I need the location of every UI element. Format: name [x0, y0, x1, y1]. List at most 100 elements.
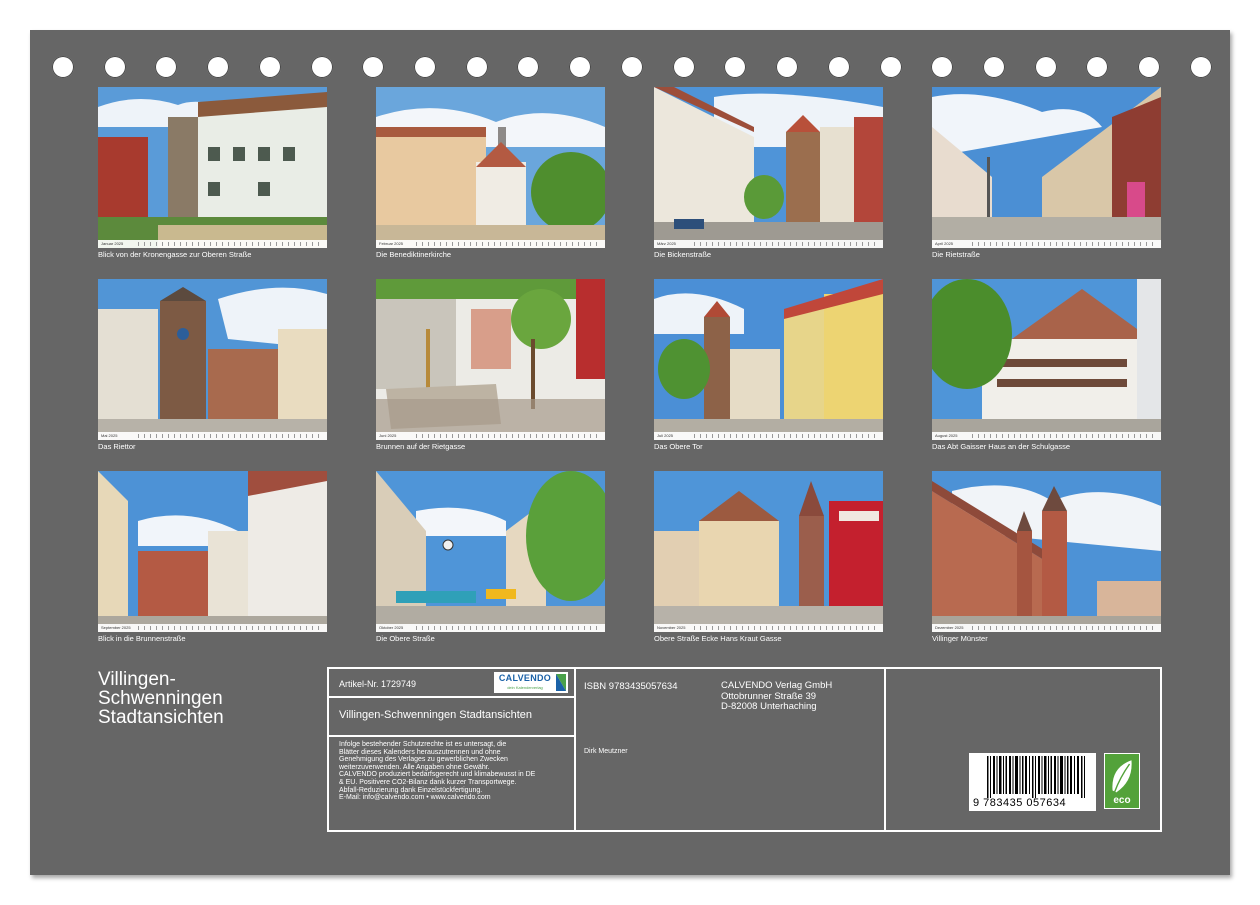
month-photo: März 2025: [654, 87, 883, 248]
month-label: Juni 2025: [379, 433, 397, 438]
legal-line: Genehmigung des Verlages zu gewerblichen…: [339, 756, 508, 764]
legal-line: weiterzuverwenden. Alle Angaben ohne Gew…: [339, 763, 490, 771]
binding-hole: [258, 56, 281, 78]
legal-notice: Infolge bestehender Schutzrechte ist es …: [339, 741, 535, 802]
binding-hole: [776, 56, 799, 78]
product-title: Villingen-Schwenningen Stadtansichten: [339, 709, 533, 721]
photo-caption: Blick von der Kronengasse zur Oberen Str…: [98, 250, 252, 259]
calendar-strip: September 2025: [98, 624, 327, 632]
month-photo: August 2025: [932, 279, 1161, 440]
calendar-strip: August 2025: [932, 432, 1161, 440]
binding-hole: [1189, 56, 1212, 78]
month-label: Mai 2025: [101, 433, 118, 438]
logo-tagline: dein Kalenderverlag: [507, 684, 543, 690]
binding-hole: [310, 56, 333, 78]
isbn: ISBN 9783435057634: [584, 681, 678, 692]
calendar-strip: April 2025: [932, 240, 1161, 248]
month-tile-may: Mai 2025 Das Riettor: [98, 279, 327, 451]
calendar-strip: Dezember 2025: [932, 624, 1161, 632]
binding-hole: [931, 56, 954, 78]
photo-caption: Das Riettor: [98, 442, 136, 451]
title-line: Schwenningen: [98, 688, 223, 709]
binding-hole: [672, 56, 695, 78]
divider: [574, 669, 576, 830]
binding-hole: [52, 56, 74, 78]
month-photo: Juni 2025: [376, 279, 605, 440]
title-line: Stadtansichten: [98, 707, 224, 728]
month-tile-august: August 2025 Das Abt Gaisser Haus an der …: [932, 279, 1161, 451]
photo-caption: Das Obere Tor: [654, 442, 703, 451]
binding-hole: [569, 56, 592, 78]
legal-line: E-Mail: info@calvendo.com • www.calvendo…: [339, 794, 491, 802]
month-photo: November 2025: [654, 471, 883, 632]
title-line: Villingen-: [98, 669, 176, 690]
eco-badge: eco: [1104, 753, 1140, 809]
binding-hole: [620, 56, 643, 78]
month-tile-december: Dezember 2025 Villinger Münster: [932, 471, 1161, 643]
eco-label: eco: [1113, 795, 1131, 806]
calvendo-flag-icon: [556, 674, 566, 691]
month-label: Januar 2025: [101, 241, 124, 246]
month-tile-march: März 2025 Die Bickenstraße: [654, 87, 883, 259]
calendar-title: Villingen- Schwenningen Stadtansichten: [98, 670, 318, 727]
barcode-number: 9 783435 057634: [973, 797, 1067, 809]
legal-line: Infolge bestehender Schutzrechte ist es …: [339, 741, 507, 748]
binding-holes: [52, 56, 1212, 80]
month-photo: Oktober 2025: [376, 471, 605, 632]
photo-caption: Die Rietstraße: [932, 250, 980, 259]
calendar-strip: Februar 2025: [376, 240, 605, 248]
calvendo-logo: CALVENDO dein Kalenderverlag: [494, 672, 568, 693]
month-tile-july: Juli 2025 Das Obere Tor: [654, 279, 883, 451]
month-tile-october: Oktober 2025 Die Obere Straße: [376, 471, 605, 643]
calendar-strip: Januar 2025: [98, 240, 327, 248]
month-tile-april: April 2025 Die Rietstraße: [932, 87, 1161, 259]
legal-line: & EU. Positivere CO2-Bilanz dank kurzer …: [339, 778, 517, 786]
publisher-address: CALVENDO Verlag GmbH Ottobrunner Straße …: [721, 680, 833, 713]
photo-caption: Das Abt Gaisser Haus an der Schulgasse: [932, 442, 1070, 451]
binding-hole: [155, 56, 178, 78]
binding-hole: [724, 56, 747, 78]
month-tile-september: September 2025 Blick in die Brunnenstraß…: [98, 471, 327, 643]
month-tile-november: November 2025 Obere Straße Ecke Hans Kra…: [654, 471, 883, 643]
article-number: Artikel-Nr. 1729749: [339, 679, 417, 689]
calendar-strip: März 2025: [654, 240, 883, 248]
month-label: März 2025: [657, 241, 676, 246]
legal-line: Blätter dieses Kalenders herauszutrennen…: [339, 748, 501, 756]
divider: [884, 669, 886, 830]
calendar-strip: November 2025: [654, 624, 883, 632]
month-label: November 2025: [657, 625, 686, 630]
legal-line: Abfall-Reduzierung dank Einzelstückferti…: [339, 786, 483, 794]
photo-caption: Villinger Münster: [932, 634, 988, 643]
logo-name: CALVENDO: [498, 672, 552, 683]
month-photo: Dezember 2025: [932, 471, 1161, 632]
month-label: Oktober 2025: [379, 625, 404, 630]
publisher-line: D-82008 Unterhaching: [721, 701, 817, 712]
month-tile-january: Januar 2025 Blick von der Kronengasse zu…: [98, 87, 327, 259]
publisher-line: CALVENDO Verlag GmbH: [721, 680, 833, 691]
binding-hole: [1034, 56, 1057, 78]
month-tile-february: Februar 2025 Die Benediktinerkirche: [376, 87, 605, 259]
binding-hole: [517, 56, 540, 78]
binding-hole: [827, 56, 850, 78]
calendar-strip: Juni 2025: [376, 432, 605, 440]
binding-hole: [103, 56, 126, 78]
photo-caption: Brunnen auf der Rietgasse: [376, 442, 466, 451]
month-photo: Februar 2025: [376, 87, 605, 248]
divider: [329, 696, 574, 698]
binding-hole: [982, 56, 1005, 78]
calendar-strip: Juli 2025: [654, 432, 883, 440]
month-label: April 2025: [935, 241, 954, 246]
month-label: Februar 2025: [379, 241, 404, 246]
month-label: Dezember 2025: [935, 625, 964, 630]
month-photo: Juli 2025: [654, 279, 883, 440]
month-label: September 2025: [101, 625, 131, 630]
binding-hole: [1138, 56, 1161, 78]
calendar-back-cover: Januar 2025 Blick von der Kronengasse zu…: [30, 30, 1230, 875]
product-info-box: Artikel-Nr. 1729749 CALVENDO dein Kalend…: [327, 667, 1162, 832]
binding-hole: [1086, 56, 1109, 78]
photo-caption: Blick in die Brunnenstraße: [98, 634, 186, 643]
month-label: August 2025: [935, 433, 958, 438]
author-name: Dirk Meutzner: [584, 748, 628, 755]
month-photo: April 2025: [932, 87, 1161, 248]
month-photo: Mai 2025: [98, 279, 327, 440]
